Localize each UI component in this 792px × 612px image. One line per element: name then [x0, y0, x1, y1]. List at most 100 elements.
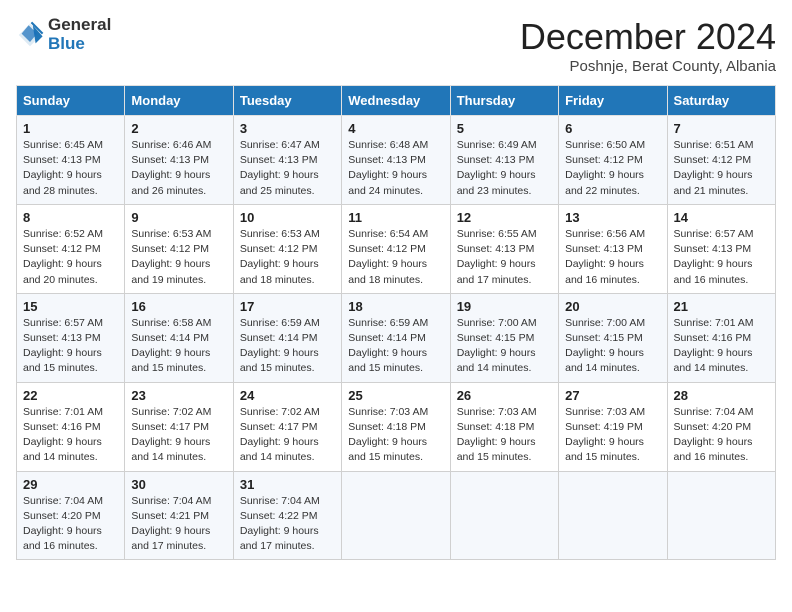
calendar-cell: 27 Sunrise: 7:03 AM Sunset: 4:19 PM Dayl… [559, 382, 667, 471]
day-number: 7 [674, 121, 769, 136]
logo-blue: Blue [48, 35, 111, 54]
calendar-cell: 31 Sunrise: 7:04 AM Sunset: 4:22 PM Dayl… [233, 471, 341, 560]
calendar-cell: 29 Sunrise: 7:04 AM Sunset: 4:20 PM Dayl… [17, 471, 125, 560]
calendar-cell: 11 Sunrise: 6:54 AM Sunset: 4:12 PM Dayl… [342, 204, 450, 293]
cell-info: Sunrise: 7:03 AM Sunset: 4:18 PM Dayligh… [348, 405, 443, 466]
cell-info: Sunrise: 6:57 AM Sunset: 4:13 PM Dayligh… [23, 316, 118, 377]
calendar-cell: 5 Sunrise: 6:49 AM Sunset: 4:13 PM Dayli… [450, 116, 558, 205]
calendar-cell: 12 Sunrise: 6:55 AM Sunset: 4:13 PM Dayl… [450, 204, 558, 293]
cell-info: Sunrise: 6:49 AM Sunset: 4:13 PM Dayligh… [457, 138, 552, 199]
cell-info: Sunrise: 7:02 AM Sunset: 4:17 PM Dayligh… [240, 405, 335, 466]
day-number: 23 [131, 388, 226, 403]
day-number: 5 [457, 121, 552, 136]
cell-info: Sunrise: 6:53 AM Sunset: 4:12 PM Dayligh… [131, 227, 226, 288]
day-number: 16 [131, 299, 226, 314]
calendar-cell: 13 Sunrise: 6:56 AM Sunset: 4:13 PM Dayl… [559, 204, 667, 293]
calendar-cell: 14 Sunrise: 6:57 AM Sunset: 4:13 PM Dayl… [667, 204, 775, 293]
header-friday: Friday [559, 86, 667, 116]
day-number: 10 [240, 210, 335, 225]
cell-info: Sunrise: 6:55 AM Sunset: 4:13 PM Dayligh… [457, 227, 552, 288]
cell-info: Sunrise: 7:04 AM Sunset: 4:20 PM Dayligh… [23, 494, 118, 555]
header-monday: Monday [125, 86, 233, 116]
calendar-cell [450, 471, 558, 560]
calendar-cell: 6 Sunrise: 6:50 AM Sunset: 4:12 PM Dayli… [559, 116, 667, 205]
day-number: 8 [23, 210, 118, 225]
day-number: 14 [674, 210, 769, 225]
calendar-cell: 20 Sunrise: 7:00 AM Sunset: 4:15 PM Dayl… [559, 293, 667, 382]
cell-info: Sunrise: 6:59 AM Sunset: 4:14 PM Dayligh… [240, 316, 335, 377]
day-number: 26 [457, 388, 552, 403]
cell-info: Sunrise: 6:53 AM Sunset: 4:12 PM Dayligh… [240, 227, 335, 288]
cell-info: Sunrise: 7:04 AM Sunset: 4:21 PM Dayligh… [131, 494, 226, 555]
cell-info: Sunrise: 6:45 AM Sunset: 4:13 PM Dayligh… [23, 138, 118, 199]
header-saturday: Saturday [667, 86, 775, 116]
cell-info: Sunrise: 6:56 AM Sunset: 4:13 PM Dayligh… [565, 227, 660, 288]
cell-info: Sunrise: 7:00 AM Sunset: 4:15 PM Dayligh… [457, 316, 552, 377]
cell-info: Sunrise: 6:54 AM Sunset: 4:12 PM Dayligh… [348, 227, 443, 288]
day-number: 31 [240, 477, 335, 492]
header-sunday: Sunday [17, 86, 125, 116]
calendar-cell: 2 Sunrise: 6:46 AM Sunset: 4:13 PM Dayli… [125, 116, 233, 205]
day-number: 15 [23, 299, 118, 314]
calendar-cell: 25 Sunrise: 7:03 AM Sunset: 4:18 PM Dayl… [342, 382, 450, 471]
calendar-cell: 8 Sunrise: 6:52 AM Sunset: 4:12 PM Dayli… [17, 204, 125, 293]
day-number: 24 [240, 388, 335, 403]
header-thursday: Thursday [450, 86, 558, 116]
calendar-cell: 7 Sunrise: 6:51 AM Sunset: 4:12 PM Dayli… [667, 116, 775, 205]
page-header: General Blue December 2024 Poshnje, Bera… [16, 16, 776, 75]
cell-info: Sunrise: 7:03 AM Sunset: 4:19 PM Dayligh… [565, 405, 660, 466]
calendar-cell: 10 Sunrise: 6:53 AM Sunset: 4:12 PM Dayl… [233, 204, 341, 293]
day-number: 6 [565, 121, 660, 136]
cell-info: Sunrise: 7:04 AM Sunset: 4:22 PM Dayligh… [240, 494, 335, 555]
day-number: 9 [131, 210, 226, 225]
cell-info: Sunrise: 6:48 AM Sunset: 4:13 PM Dayligh… [348, 138, 443, 199]
cell-info: Sunrise: 7:00 AM Sunset: 4:15 PM Dayligh… [565, 316, 660, 377]
logo-text: General Blue [48, 16, 111, 53]
day-number: 1 [23, 121, 118, 136]
day-number: 13 [565, 210, 660, 225]
calendar-cell [559, 471, 667, 560]
day-number: 3 [240, 121, 335, 136]
day-number: 20 [565, 299, 660, 314]
calendar-week-row: 1 Sunrise: 6:45 AM Sunset: 4:13 PM Dayli… [17, 116, 776, 205]
day-number: 18 [348, 299, 443, 314]
day-number: 27 [565, 388, 660, 403]
cell-info: Sunrise: 7:03 AM Sunset: 4:18 PM Dayligh… [457, 405, 552, 466]
cell-info: Sunrise: 6:58 AM Sunset: 4:14 PM Dayligh… [131, 316, 226, 377]
day-number: 17 [240, 299, 335, 314]
cell-info: Sunrise: 6:51 AM Sunset: 4:12 PM Dayligh… [674, 138, 769, 199]
cell-info: Sunrise: 6:50 AM Sunset: 4:12 PM Dayligh… [565, 138, 660, 199]
day-number: 4 [348, 121, 443, 136]
calendar-cell [667, 471, 775, 560]
location-subtitle: Poshnje, Berat County, Albania [520, 58, 776, 75]
calendar-cell: 23 Sunrise: 7:02 AM Sunset: 4:17 PM Dayl… [125, 382, 233, 471]
weekday-header-row: Sunday Monday Tuesday Wednesday Thursday… [17, 86, 776, 116]
calendar-cell: 22 Sunrise: 7:01 AM Sunset: 4:16 PM Dayl… [17, 382, 125, 471]
calendar-cell: 30 Sunrise: 7:04 AM Sunset: 4:21 PM Dayl… [125, 471, 233, 560]
calendar-cell: 9 Sunrise: 6:53 AM Sunset: 4:12 PM Dayli… [125, 204, 233, 293]
calendar-table: Sunday Monday Tuesday Wednesday Thursday… [16, 85, 776, 560]
calendar-cell: 15 Sunrise: 6:57 AM Sunset: 4:13 PM Dayl… [17, 293, 125, 382]
day-number: 19 [457, 299, 552, 314]
header-tuesday: Tuesday [233, 86, 341, 116]
header-wednesday: Wednesday [342, 86, 450, 116]
day-number: 22 [23, 388, 118, 403]
calendar-cell: 24 Sunrise: 7:02 AM Sunset: 4:17 PM Dayl… [233, 382, 341, 471]
calendar-cell: 19 Sunrise: 7:00 AM Sunset: 4:15 PM Dayl… [450, 293, 558, 382]
cell-info: Sunrise: 7:02 AM Sunset: 4:17 PM Dayligh… [131, 405, 226, 466]
cell-info: Sunrise: 7:01 AM Sunset: 4:16 PM Dayligh… [23, 405, 118, 466]
calendar-week-row: 15 Sunrise: 6:57 AM Sunset: 4:13 PM Dayl… [17, 293, 776, 382]
calendar-cell: 1 Sunrise: 6:45 AM Sunset: 4:13 PM Dayli… [17, 116, 125, 205]
calendar-cell: 21 Sunrise: 7:01 AM Sunset: 4:16 PM Dayl… [667, 293, 775, 382]
calendar-cell [342, 471, 450, 560]
calendar-week-row: 29 Sunrise: 7:04 AM Sunset: 4:20 PM Dayl… [17, 471, 776, 560]
calendar-cell: 16 Sunrise: 6:58 AM Sunset: 4:14 PM Dayl… [125, 293, 233, 382]
title-area: December 2024 Poshnje, Berat County, Alb… [520, 16, 776, 75]
day-number: 21 [674, 299, 769, 314]
cell-info: Sunrise: 7:04 AM Sunset: 4:20 PM Dayligh… [674, 405, 769, 466]
logo-general: General [48, 16, 111, 35]
logo-icon [16, 21, 44, 49]
cell-info: Sunrise: 6:47 AM Sunset: 4:13 PM Dayligh… [240, 138, 335, 199]
cell-info: Sunrise: 6:46 AM Sunset: 4:13 PM Dayligh… [131, 138, 226, 199]
cell-info: Sunrise: 6:52 AM Sunset: 4:12 PM Dayligh… [23, 227, 118, 288]
